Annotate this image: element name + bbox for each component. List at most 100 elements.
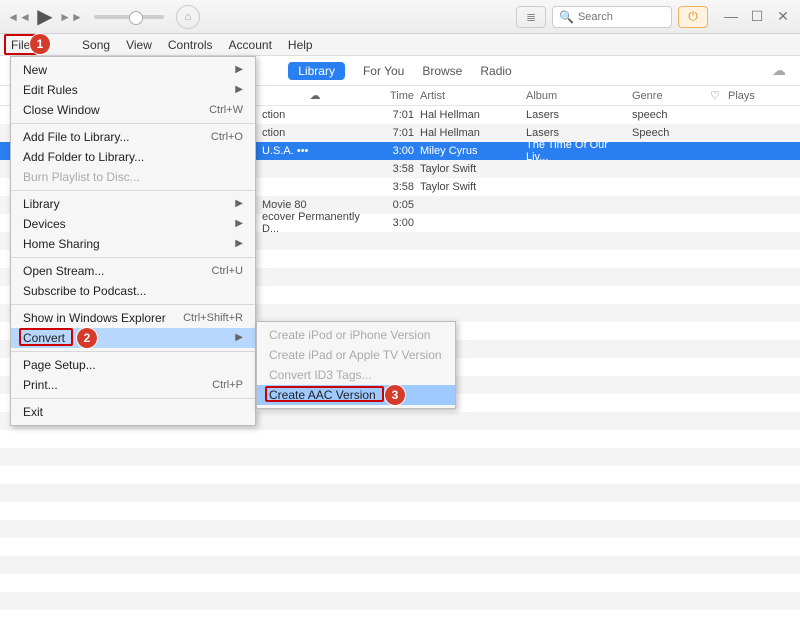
callout-1: 1 bbox=[30, 34, 50, 54]
menu-item-label: Close Window bbox=[23, 100, 100, 120]
menu-item-label: Home Sharing bbox=[23, 234, 100, 254]
menu-song[interactable]: Song bbox=[74, 34, 118, 55]
menu-item-add-folder-to-library-[interactable]: Add Folder to Library... bbox=[11, 147, 255, 167]
heart-icon: ♡ bbox=[710, 90, 720, 102]
cloud-icon: ☁ bbox=[310, 90, 321, 102]
maximize-button[interactable]: ☐ bbox=[748, 8, 766, 25]
menu-item-exit[interactable]: Exit bbox=[11, 402, 255, 422]
cell-album: Lasers bbox=[526, 109, 632, 121]
menu-item-label: Add Folder to Library... bbox=[23, 147, 144, 167]
menu-help[interactable]: Help bbox=[280, 34, 321, 55]
close-button[interactable]: ✕ bbox=[774, 8, 792, 25]
player-toolbar: ◄◄ ▶ ►► ⌂ ≣ 🔍 ⏻ — ☐ ✕ bbox=[0, 0, 800, 34]
menu-item-subscribe-to-podcast-[interactable]: Subscribe to Podcast... bbox=[11, 281, 255, 301]
menu-item-label: Show in Windows Explorer bbox=[23, 308, 166, 328]
tab-for-you[interactable]: For You bbox=[363, 64, 404, 78]
cell-genre: Speech bbox=[632, 127, 702, 139]
menu-item-label: Burn Playlist to Disc... bbox=[23, 167, 140, 187]
menu-item-label: New bbox=[23, 60, 47, 80]
volume-slider[interactable] bbox=[94, 15, 164, 19]
menu-controls[interactable]: Controls bbox=[160, 34, 221, 55]
menu-view[interactable]: View bbox=[118, 34, 160, 55]
col-cloud[interactable]: ☁ bbox=[260, 89, 370, 102]
menu-item-label: Print... bbox=[23, 375, 58, 395]
col-plays[interactable]: Plays bbox=[728, 90, 778, 102]
shortcut-label: Ctrl+W bbox=[209, 100, 243, 120]
cell-name: U.S.A. ••• bbox=[260, 145, 370, 157]
col-love[interactable]: ♡ bbox=[702, 89, 728, 102]
list-view-button[interactable]: ≣ bbox=[516, 6, 546, 28]
search-field[interactable]: 🔍 bbox=[552, 6, 672, 28]
menu-account[interactable]: Account bbox=[221, 34, 280, 55]
submenu-item-label: Create AAC Version bbox=[269, 388, 376, 402]
menu-item-new[interactable]: New ▶ bbox=[11, 60, 255, 80]
submenu-item-create-aac-version[interactable]: Create AAC VersionCreate AAC Version3 bbox=[257, 385, 455, 405]
menu-item-label: Page Setup... bbox=[23, 355, 96, 375]
callout-3: 3 bbox=[385, 385, 405, 405]
shortcut-label: Ctrl+U bbox=[212, 261, 243, 281]
cell-album: The Time Of Our Liv... bbox=[526, 139, 632, 163]
menu-item-library[interactable]: Library▶ bbox=[11, 194, 255, 214]
cell-artist: Miley Cyrus bbox=[420, 145, 526, 157]
cell-artist: Hal Hellman bbox=[420, 109, 526, 121]
next-track-button[interactable]: ►► bbox=[60, 6, 82, 28]
menu-item-edit-rules[interactable]: Edit Rules ▶ bbox=[11, 80, 255, 100]
cell-album: Lasers bbox=[526, 127, 632, 139]
submenu-arrow-icon: ▶ bbox=[235, 214, 243, 234]
play-button[interactable]: ▶ bbox=[34, 6, 56, 28]
menu-item-label: Devices bbox=[23, 214, 66, 234]
menu-item-add-file-to-library-[interactable]: Add File to Library... Ctrl+O bbox=[11, 127, 255, 147]
search-icon: 🔍 bbox=[559, 10, 574, 24]
shortcut-label: Ctrl+O bbox=[211, 127, 243, 147]
cloud-icon[interactable]: ☁ bbox=[772, 62, 786, 79]
minimize-button[interactable]: — bbox=[722, 8, 740, 25]
menu-file[interactable]: File 1 bbox=[4, 34, 37, 55]
menu-item-print-[interactable]: Print... Ctrl+P bbox=[11, 375, 255, 395]
cell-time: 3:58 bbox=[370, 181, 420, 193]
account-button[interactable]: ⏻ bbox=[678, 6, 708, 28]
menu-item-burn-playlist-to-disc-: Burn Playlist to Disc... bbox=[11, 167, 255, 187]
menu-item-open-stream-[interactable]: Open Stream...Ctrl+U bbox=[11, 261, 255, 281]
col-album[interactable]: Album bbox=[526, 90, 632, 102]
col-genre[interactable]: Genre bbox=[632, 90, 702, 102]
submenu-item-create-ipod-or-iphone-version: Create iPod or iPhone Version bbox=[257, 325, 455, 345]
col-artist[interactable]: Artist bbox=[420, 90, 526, 102]
cell-time: 0:05 bbox=[370, 199, 420, 211]
toolbar-right: ≣ 🔍 ⏻ — ☐ ✕ bbox=[516, 6, 792, 28]
tab-radio[interactable]: Radio bbox=[480, 64, 511, 78]
menu-item-convert[interactable]: Convert▶Convert2 bbox=[11, 328, 255, 348]
cell-time: 3:00 bbox=[370, 217, 420, 229]
tab-library[interactable]: Library bbox=[288, 62, 345, 80]
menu-item-page-setup-[interactable]: Page Setup... bbox=[11, 355, 255, 375]
shortcut-label: Ctrl+Shift+R bbox=[183, 308, 243, 328]
col-time[interactable]: Time bbox=[370, 90, 420, 102]
list-icon: ≣ bbox=[526, 10, 536, 24]
shortcut-label: Ctrl+P bbox=[212, 375, 243, 395]
playback-controls: ◄◄ ▶ ►► ⌂ bbox=[8, 5, 200, 29]
submenu-item-label: Create iPod or iPhone Version bbox=[269, 328, 430, 342]
submenu-item-label: Convert ID3 Tags... bbox=[269, 368, 372, 382]
menu-item-label: Add File to Library... bbox=[23, 127, 130, 147]
user-icon: ⏻ bbox=[688, 9, 698, 24]
menu-item-show-in-windows-explorer[interactable]: Show in Windows Explorer Ctrl+Shift+R bbox=[11, 308, 255, 328]
window-controls: — ☐ ✕ bbox=[722, 8, 792, 25]
menu-item-close-window[interactable]: Close Window Ctrl+W bbox=[11, 100, 255, 120]
search-input[interactable] bbox=[578, 11, 658, 23]
file-menu-dropdown: New ▶ Edit Rules ▶ Close Window Ctrl+W Add Fil… bbox=[10, 56, 256, 426]
submenu-arrow-icon: ▶ bbox=[235, 194, 243, 214]
menu-item-home-sharing[interactable]: Home Sharing▶ bbox=[11, 234, 255, 254]
airplay-button[interactable]: ⌂ bbox=[176, 5, 200, 29]
cell-time: 7:01 bbox=[370, 127, 420, 139]
prev-track-button[interactable]: ◄◄ bbox=[8, 6, 30, 28]
submenu-item-convert-id-tags-: Convert ID3 Tags... bbox=[257, 365, 455, 385]
airplay-icon: ⌂ bbox=[185, 11, 192, 23]
menu-item-label: Exit bbox=[23, 402, 43, 422]
submenu-arrow-icon: ▶ bbox=[235, 80, 243, 100]
menu-item-label: Edit Rules bbox=[23, 80, 78, 100]
menu-item-devices[interactable]: Devices ▶ bbox=[11, 214, 255, 234]
cell-name: Movie 80 bbox=[260, 199, 370, 211]
cell-name: ction bbox=[260, 109, 370, 121]
cell-time: 3:00 bbox=[370, 145, 420, 157]
tab-browse[interactable]: Browse bbox=[422, 64, 462, 78]
submenu-arrow-icon: ▶ bbox=[235, 60, 243, 80]
